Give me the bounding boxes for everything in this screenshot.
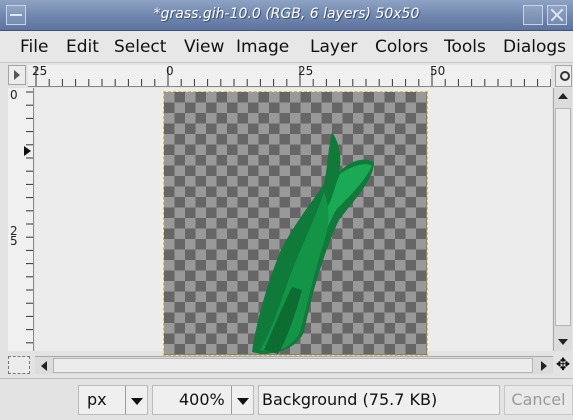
title-bar[interactable]: *grass.gih-10.0 (RGB, 6 layers) 50x50 <box>0 0 573 31</box>
move-icon[interactable]: ✥ <box>554 355 572 375</box>
vertical-scroll-thumb[interactable] <box>555 108 571 326</box>
vruler-label: 2 5 <box>10 224 18 248</box>
cancel-button[interactable]: Cancel <box>504 385 573 415</box>
zoom-value: 400% <box>179 390 225 409</box>
zoom-select[interactable]: 400% <box>152 385 254 415</box>
navigate-icon[interactable] <box>555 65 572 87</box>
hruler-label: 50 <box>430 65 446 78</box>
chevron-down-icon[interactable] <box>125 386 147 414</box>
ruler-corner-button[interactable] <box>8 65 26 85</box>
menu-colors[interactable]: Colors <box>375 37 428 57</box>
scroll-up-icon[interactable] <box>555 90 571 104</box>
hruler-label: 0 <box>166 65 174 78</box>
horizontal-ruler[interactable]: 25 0 25 50 <box>28 65 551 87</box>
hruler-label: 25 <box>32 65 48 78</box>
scroll-left-icon[interactable] <box>37 358 51 373</box>
menu-dialogs[interactable]: Dialogs <box>503 37 566 57</box>
vertical-scrollbar[interactable] <box>553 88 572 351</box>
close-icon[interactable] <box>547 5 567 25</box>
quick-mask-icon[interactable] <box>8 356 30 374</box>
pointer-position-marker <box>24 146 31 156</box>
vertical-ruler[interactable]: 0 2 5 <box>8 88 34 351</box>
status-bar: px 400% Background (75.7 KB) Cancel <box>0 378 573 420</box>
layer-info: Background (75.7 KB) <box>258 385 500 415</box>
window-title: *grass.gih-10.0 (RGB, 6 layers) 50x50 <box>153 6 420 22</box>
scroll-down-icon[interactable] <box>555 335 571 349</box>
chevron-down-icon[interactable] <box>231 386 253 414</box>
menu-tools[interactable]: Tools <box>444 37 486 57</box>
scroll-right-icon[interactable] <box>537 358 551 373</box>
menu-file[interactable]: File <box>20 37 48 57</box>
image-window: *grass.gih-10.0 (RGB, 6 layers) 50x50 Fi… <box>0 0 573 420</box>
menu-view[interactable]: View <box>184 37 224 57</box>
menu-bar: File Edit Select View Image Layer Colors… <box>0 31 573 63</box>
unit-value: px <box>87 390 107 409</box>
vertical-ruler-ticks <box>24 91 33 344</box>
menu-select[interactable]: Select <box>114 37 166 57</box>
grass-brush-image[interactable] <box>164 92 427 355</box>
horizontal-scroll-thumb[interactable] <box>53 358 533 373</box>
vruler-label: 0 <box>10 88 18 102</box>
unit-select[interactable]: px <box>78 385 148 415</box>
menu-image[interactable]: Image <box>236 37 289 57</box>
maximize-icon[interactable] <box>523 5 543 25</box>
menu-layer[interactable]: Layer <box>310 37 357 57</box>
horizontal-scrollbar[interactable] <box>35 356 553 374</box>
horizontal-ruler-ticks <box>35 67 551 86</box>
hruler-label: 25 <box>298 65 314 78</box>
menu-edit[interactable]: Edit <box>66 37 99 57</box>
